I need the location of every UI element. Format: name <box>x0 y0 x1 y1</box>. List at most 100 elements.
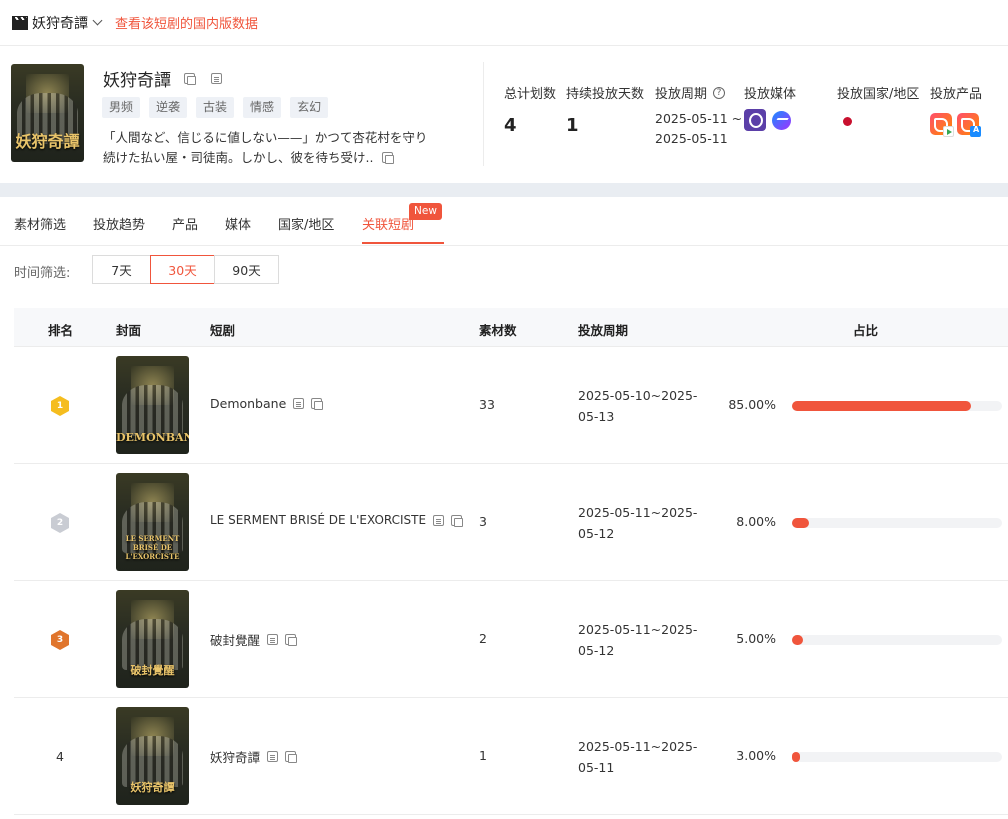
header-drama: 短剧 <box>210 323 236 338</box>
copy-icon[interactable] <box>311 398 324 410</box>
material-count: 1 <box>479 748 487 763</box>
share-bar-fill <box>792 635 803 645</box>
drama-cover[interactable]: 破封覺醒 <box>116 590 189 688</box>
table-row[interactable]: 2 LE SERMENT BRISÉ DE L'EXORCISTE LE SER… <box>14 464 1008 581</box>
header-rank: 排名 <box>48 323 74 338</box>
copy-icon[interactable] <box>285 634 298 646</box>
cover-title: 妖狩奇譚 <box>130 781 175 795</box>
table-header: 排名 封面 短剧 素材数 投放周期 占比 <box>14 308 1008 347</box>
tab-material-filter[interactable]: 素材筛选 <box>14 214 66 233</box>
share-bar <box>792 752 1002 762</box>
tag: 逆袭 <box>149 97 188 118</box>
product-google-play-icon[interactable] <box>930 113 954 137</box>
section-separator <box>0 183 1008 197</box>
time-filter-label: 时间筛选: <box>14 266 71 281</box>
rank-number: 4 <box>56 749 64 764</box>
drama-cover[interactable]: DEMONBANE <box>116 356 189 454</box>
table-row[interactable]: 4 妖狩奇譚 妖狩奇譚 1 2025-05-11~2025-05-11 3.00… <box>14 698 1008 815</box>
share-bar-fill <box>792 518 809 528</box>
tag: 玄幻 <box>290 97 329 118</box>
header-period: 投放周期 <box>578 323 629 338</box>
share-bar <box>792 635 1002 645</box>
silver-medal-icon: 2 <box>51 513 69 533</box>
share-percent: 85.00% <box>728 397 776 412</box>
bronze-medal-icon: 3 <box>51 630 69 650</box>
gold-medal-icon: 1 <box>51 396 69 416</box>
document-icon[interactable] <box>267 634 279 645</box>
table-row[interactable]: 3 破封覺醒 破封覺醒 2 2025-05-11~2025-05-12 5.00… <box>14 581 1008 698</box>
header-cover: 封面 <box>116 323 142 338</box>
new-badge: New <box>409 203 442 220</box>
drama-title-row: 妖狩奇譚 <box>103 66 222 91</box>
tag: 古装 <box>196 97 235 118</box>
domestic-data-link[interactable]: 查看该短剧的国内版数据 <box>115 13 258 32</box>
share-percent: 8.00% <box>736 514 776 529</box>
drama-name-cell: 妖狩奇譚 <box>210 747 298 766</box>
copy-icon[interactable] <box>451 514 464 527</box>
share-bar <box>792 518 1002 528</box>
drama-name[interactable]: LE SERMENT BRISÉ DE L'EXORCISTE <box>210 513 426 527</box>
messenger-icon[interactable] <box>772 111 791 130</box>
media-app-icon[interactable] <box>744 109 766 131</box>
time-filter-30d[interactable]: 30天 <box>150 255 215 284</box>
drama-cover[interactable]: 妖狩奇譚 <box>116 707 189 805</box>
tab-product[interactable]: 产品 <box>172 214 198 233</box>
period-cell: 2025-05-11~2025-05-12 <box>578 505 698 541</box>
drama-poster: 妖狩奇譚 <box>11 64 84 162</box>
share-bar-fill <box>792 401 971 411</box>
period-cell: 2025-05-11~2025-05-12 <box>578 622 698 658</box>
drama-cover[interactable]: LE SERMENT BRISÉ DE L'EXORCISTE <box>116 473 189 571</box>
product-label: 投放产品 <box>930 87 983 102</box>
period-cell: 2025-05-10~2025-05-13 <box>578 388 698 424</box>
period-cell: 2025-05-11~2025-05-11 <box>578 739 698 775</box>
material-count: 33 <box>479 397 495 412</box>
tab-related-dramas[interactable]: 关联短剧 <box>362 214 414 233</box>
cover-title: 破封覺醒 <box>130 664 175 678</box>
clapperboard-icon <box>12 15 28 30</box>
total-plans-value: 4 <box>504 115 517 136</box>
drama-title: 妖狩奇譚 <box>103 71 171 91</box>
days-value: 1 <box>566 115 579 136</box>
document-icon[interactable] <box>211 73 222 84</box>
header-count: 素材数 <box>479 323 517 338</box>
tag-list: 男频 逆袭 古装 情感 玄幻 <box>102 97 329 118</box>
tag: 男频 <box>102 97 141 118</box>
country-flag-icon[interactable] <box>843 117 852 126</box>
drama-switcher[interactable]: 妖狩奇譚 <box>32 13 88 33</box>
total-plans-label: 总计划数 <box>504 87 557 102</box>
drama-name-cell: 破封覺醒 <box>210 630 298 649</box>
time-filter-7d[interactable]: 7天 <box>92 255 151 284</box>
drama-name[interactable]: Demonbane <box>210 396 286 411</box>
media-label: 投放媒体 <box>744 87 797 102</box>
copy-icon[interactable] <box>285 751 298 763</box>
tab-media[interactable]: 媒体 <box>225 214 251 233</box>
document-icon[interactable] <box>267 751 279 762</box>
tag: 情感 <box>243 97 282 118</box>
share-percent: 3.00% <box>736 748 776 763</box>
share-bar-fill <box>792 752 800 762</box>
period-label: 投放周期 <box>655 87 708 102</box>
active-tab-indicator <box>362 242 444 244</box>
time-filter-90d[interactable]: 90天 <box>214 255 279 284</box>
question-icon[interactable]: ? <box>713 86 726 99</box>
days-label: 持续投放天数 <box>566 87 645 102</box>
copy-icon[interactable] <box>184 73 196 85</box>
material-count: 3 <box>479 514 487 529</box>
drama-name[interactable]: 妖狩奇譚 <box>210 747 260 766</box>
cover-title: LE SERMENT BRISÉ DE L'EXORCISTE <box>125 534 180 562</box>
document-icon[interactable] <box>433 514 445 526</box>
table-row[interactable]: 1 DEMONBANE Demonbane 33 2025-05-10~2025… <box>14 347 1008 464</box>
drama-name[interactable]: 破封覺醒 <box>210 630 260 649</box>
tab-trend[interactable]: 投放趋势 <box>93 214 145 233</box>
top-bar: 妖狩奇譚 查看该短剧的国内版数据 <box>0 0 1008 46</box>
tab-bar: 素材筛选 投放趋势 产品 媒体 国家/地区 关联短剧 New <box>0 197 1008 246</box>
period-label-row: 投放周期 ? <box>655 83 726 102</box>
chevron-down-icon[interactable] <box>92 15 103 26</box>
product-app-store-icon[interactable] <box>957 113 981 137</box>
drama-description: 「人間など、信じるに値しない——」かつて杏花村を守り続けた払い屋・司徒南。しかし… <box>103 130 428 165</box>
copy-icon[interactable] <box>382 152 395 164</box>
tab-country[interactable]: 国家/地区 <box>278 214 334 233</box>
share-percent: 5.00% <box>736 631 776 646</box>
share-bar <box>792 401 1002 411</box>
document-icon[interactable] <box>293 398 305 409</box>
